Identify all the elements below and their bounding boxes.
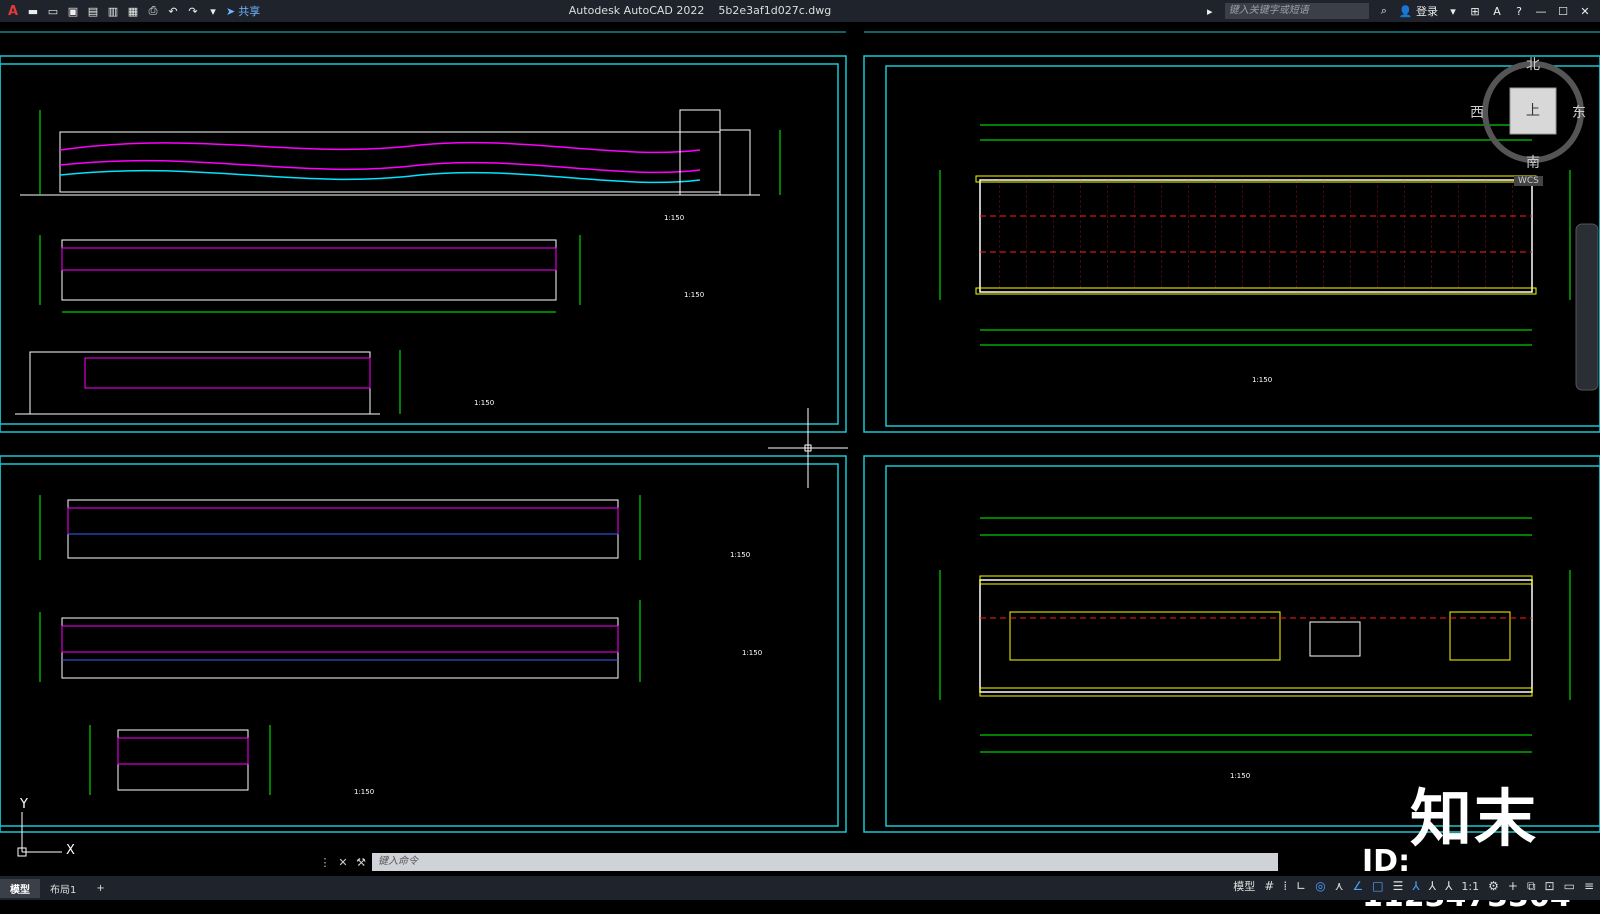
elevation-drawing-6[interactable] [89,725,271,795]
scale-label: 1:150 [664,214,684,222]
viewcube-south-label[interactable]: 南 [1526,152,1540,172]
title-bar: A ▬ ▭ ▣ ▤ ▥ ▦ ⎙ ↶ ↷ ▾ ➤ 共享 Autodesk AutoC… [0,0,1600,22]
isodraft-icon[interactable]: ⋏ [1335,879,1344,893]
minimize-icon[interactable]: — [1534,4,1548,18]
wcs-menu[interactable]: WCS [1514,176,1543,186]
viewcube-top-face[interactable]: 上 [1526,100,1540,120]
elevation-drawing-2[interactable] [39,235,581,313]
search-arrow-icon[interactable]: ▸ [1203,4,1217,18]
viewcube-east-label[interactable]: 东 [1572,102,1586,122]
navigation-bar[interactable] [1575,223,1599,391]
scale-label: 1:150 [354,788,374,796]
fullscreen-icon[interactable]: ▭ [1564,879,1575,893]
grid-icon[interactable]: # [1264,879,1274,893]
annotation-scale-icon[interactable]: ⅄ [1445,879,1452,893]
add-layout-button[interactable]: + [86,881,114,896]
drawing-canvas[interactable]: 1:150 1:150 1:150 1:150 1:150 1:150 1:15… [0,22,1600,870]
viewcube-north-label[interactable]: 北 [1526,54,1540,74]
elevation-drawing-1[interactable] [20,109,781,196]
scale-label: 1:150 [474,399,494,407]
scale-dropdown[interactable]: 1:1 [1461,880,1479,893]
dropdown-icon[interactable]: ▾ [1446,4,1460,18]
autodesk-icon[interactable]: A [1490,4,1504,18]
floor-plan-2[interactable] [939,517,1571,753]
snap-icon[interactable]: ⁞ [1283,879,1287,893]
annotation-visibility-icon[interactable]: ⅄ [1412,879,1419,893]
command-input[interactable]: 键入命令 [372,853,1278,871]
viewcube[interactable]: 北 南 东 西 上 WCS [1470,57,1588,186]
close-command-icon[interactable]: ✕ [336,856,350,869]
app-name: Autodesk AutoCAD 2022 [568,4,705,17]
isolate-icon[interactable]: ⊡ [1545,879,1555,893]
grip-icon[interactable]: ⋮ [318,856,332,869]
workspace-icon[interactable]: ⚙ [1488,879,1499,893]
model-space-button[interactable]: 模型 [1233,878,1255,894]
status-tools: 模型 # ⁞ ∟ ◎ ⋏ ∠ □ ☰ ⅄ ⅄ ⅄ 1:1 ⚙ + ⧉ ⊡ ▭ ≡ [1233,878,1594,894]
ortho-icon[interactable]: ∟ [1296,879,1306,893]
login-button[interactable]: 👤 登录 [1399,3,1438,19]
floor-plan-1[interactable] [939,124,1571,346]
tab-model[interactable]: 模型 [0,878,40,898]
viewcube-west-label[interactable]: 西 [1470,102,1484,122]
search-icon[interactable]: ⌕ [1377,4,1391,18]
polar-icon[interactable]: ◎ [1315,879,1325,893]
menu-icon[interactable]: ≡ [1584,879,1594,893]
help-icon[interactable]: ? [1512,4,1526,18]
elevation-drawing-5[interactable] [39,600,641,682]
status-bar: 模型 布局1 + 模型 # ⁞ ∟ ◎ ⋏ ∠ □ ☰ ⅄ ⅄ ⅄ 1:1 ⚙ … [0,876,1600,900]
viewport-frames [0,31,1600,833]
search-input[interactable]: 键入关键字或短语 [1224,3,1369,19]
command-bar: ⋮ ✕ ⚒ 键入命令 [318,852,1278,872]
osnap-icon[interactable]: □ [1372,879,1383,893]
close-icon[interactable]: ✕ [1578,4,1592,18]
ucs-icon: Y X [17,797,75,858]
maximize-icon[interactable]: ☐ [1556,4,1570,18]
scale-label: 1:150 [684,291,704,299]
scale-labels: 1:150 1:150 1:150 1:150 1:150 1:150 1:15… [354,214,1272,796]
scale-label: 1:150 [742,649,762,657]
tab-layout1[interactable]: 布局1 [40,879,86,898]
file-name: 5b2e3af1d027c.dwg [718,4,832,17]
otrack-icon[interactable]: ∠ [1353,879,1364,893]
auto-scale-icon[interactable]: ⅄ [1429,879,1436,893]
crosshair-cursor [768,408,848,488]
window-title: Autodesk AutoCAD 2022 5b2e3af1d027c.dwg [0,4,1400,17]
elevation-drawing-4[interactable] [39,495,641,560]
x-axis-label: X [66,843,75,858]
login-label: 登录 [1416,5,1438,18]
cart-icon[interactable]: ⊞ [1468,4,1482,18]
lineweight-icon[interactable]: ☰ [1393,879,1404,893]
plus-icon[interactable]: + [1508,879,1518,893]
elevation-drawing-3[interactable] [15,350,401,415]
units-icon[interactable]: ⧉ [1527,879,1536,894]
scale-label: 1:150 [1252,376,1272,384]
title-bar-right: ▸ 键入关键字或短语 ⌕ 👤 登录 ▾ ⊞ A ? — ☐ ✕ [1203,0,1600,22]
scale-label: 1:150 [1230,772,1250,780]
y-axis-label: Y [19,797,28,812]
scale-label: 1:150 [730,551,750,559]
wrench-icon[interactable]: ⚒ [354,856,368,869]
